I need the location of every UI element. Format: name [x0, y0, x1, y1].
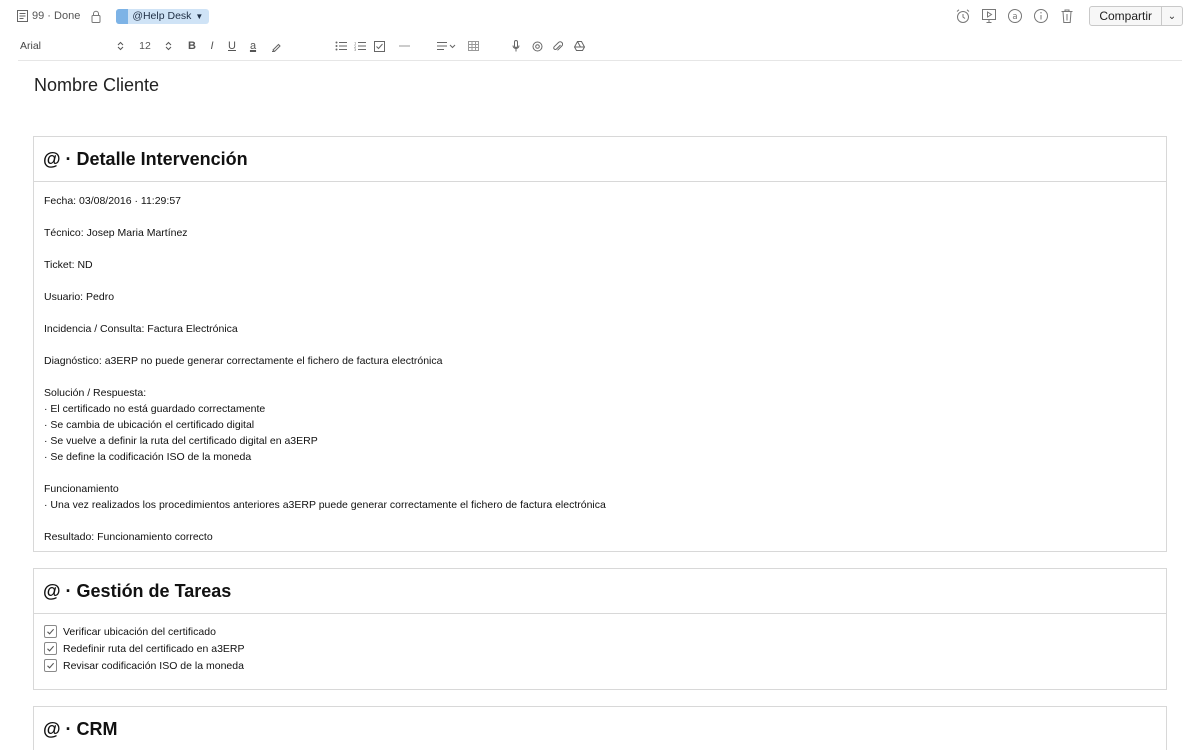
solucion-block: Solución / Respuesta: · El certificado n… [44, 385, 1156, 465]
bulleted-list-icon[interactable] [334, 38, 348, 54]
italic-button[interactable]: I [207, 38, 217, 54]
bold-button[interactable]: B [187, 38, 197, 54]
note-icon [17, 10, 28, 22]
highlighter-icon[interactable] [270, 38, 282, 54]
top-bar: 99 · Done @Help Desk ▼ a Compartir ⌄ [0, 0, 1200, 32]
attachment-icon[interactable] [551, 38, 563, 54]
field-fecha: Fecha: 03/08/2016 · 11:29:57 [44, 195, 181, 207]
microphone-icon[interactable] [511, 38, 521, 54]
svg-text:a: a [1013, 12, 1018, 22]
table-icon[interactable] [467, 38, 479, 54]
chevron-down-icon: ▼ [195, 11, 204, 21]
checkmark-icon [47, 628, 55, 635]
list-item: · Se define la codificación ISO de la mo… [44, 451, 252, 463]
field-tecnico: Técnico: Josep Maria Martínez [44, 227, 188, 239]
numbered-list-icon[interactable]: 123 [353, 38, 367, 54]
format-toolbar: Arial 12 B I U a 123 [0, 36, 1200, 56]
checkmark-icon [47, 645, 55, 652]
font-size-select[interactable]: 12 [138, 38, 152, 54]
reminder-alarm-icon[interactable] [955, 8, 971, 24]
solucion-title: Solución / Respuesta: [44, 387, 147, 399]
list-item: · Una vez realizados los procedimientos … [44, 499, 606, 511]
task-item: Redefinir ruta del certificado en a3ERP [44, 640, 1156, 657]
task-item: Verificar ubicación del certificado [44, 623, 1156, 640]
mention-icon[interactable]: a [1007, 8, 1023, 24]
note-status[interactable]: 99 · Done [32, 10, 80, 22]
present-icon[interactable] [981, 8, 997, 24]
section-gestion-tareas: @ · Gestión de Tareas Verificar ubicació… [33, 568, 1167, 690]
horizontal-rule-icon[interactable] [398, 38, 410, 54]
trash-icon[interactable] [1059, 8, 1075, 24]
share-button[interactable]: Compartir [1090, 7, 1162, 25]
section-heading: @ · Detalle Intervención [34, 137, 1166, 182]
field-resultado: Resultado: Funcionamiento correcto [44, 531, 213, 543]
align-dropdown-icon[interactable] [436, 38, 458, 54]
font-family-select[interactable]: Arial [20, 40, 41, 52]
field-diagnostico: Diagnóstico: a3ERP no puede generar corr… [44, 355, 443, 367]
tag-color-swatch [116, 8, 129, 24]
tag-label: @Help Desk [132, 10, 192, 22]
svg-text:3: 3 [354, 48, 356, 51]
section-crm: @ · CRM [33, 706, 1167, 750]
list-item: · Se cambia de ubicación el certificado … [44, 419, 255, 431]
funcionamiento-block: Funcionamiento · Una vez realizados los … [44, 481, 1156, 513]
info-icon[interactable] [1033, 8, 1049, 24]
note-status-area: 99 · Done @Help Desk ▼ [17, 8, 210, 24]
drive-icon[interactable] [573, 38, 585, 54]
field-usuario: Usuario: Pedro [44, 291, 115, 303]
checkmark-icon [47, 662, 55, 669]
share-dropdown-chevron-icon[interactable]: ⌄ [1162, 7, 1182, 25]
underline-button[interactable]: U [227, 38, 237, 54]
task-label: Redefinir ruta del certificado en a3ERP [63, 642, 245, 655]
field-ticket: Ticket: ND [44, 259, 93, 271]
field-incidencia: Incidencia / Consulta: Factura Electróni… [44, 323, 238, 335]
toolbar-divider [18, 60, 1182, 61]
list-item: · Se vuelve a definir la ruta del certif… [44, 435, 318, 447]
task-list: Verificar ubicación del certificado Rede… [34, 614, 1166, 674]
link-record-icon[interactable] [531, 38, 543, 54]
task-checkbox[interactable] [44, 625, 57, 638]
section-heading: @ · Gestión de Tareas [34, 569, 1166, 614]
task-label: Verificar ubicación del certificado [63, 625, 216, 638]
task-label: Revisar codificación ISO de la moneda [63, 659, 244, 672]
share-control: Compartir ⌄ [1089, 6, 1183, 26]
section-detalle-intervencion: @ · Detalle Intervención Fecha: 03/08/20… [33, 136, 1167, 552]
funcionamiento-title: Funcionamiento [44, 483, 119, 495]
task-checkbox[interactable] [44, 659, 57, 672]
task-checkbox[interactable] [44, 642, 57, 655]
list-item: · El certificado no está guardado correc… [44, 403, 266, 415]
checklist-icon[interactable] [373, 38, 387, 54]
lock-icon[interactable] [90, 10, 102, 23]
text-color-button[interactable]: a [247, 38, 259, 54]
note-title[interactable]: Nombre Cliente [34, 75, 159, 96]
section-body[interactable]: Fecha: 03/08/2016 · 11:29:57 Técnico: Jo… [34, 182, 1166, 545]
note-actions: a Compartir ⌄ [945, 6, 1183, 26]
font-stepper-icon[interactable] [115, 38, 125, 54]
section-heading: @ · CRM [43, 718, 118, 739]
size-stepper-icon[interactable] [163, 38, 173, 54]
task-item: Revisar codificación ISO de la moneda [44, 657, 1156, 674]
tag-help-desk[interactable]: @Help Desk ▼ [116, 8, 210, 24]
